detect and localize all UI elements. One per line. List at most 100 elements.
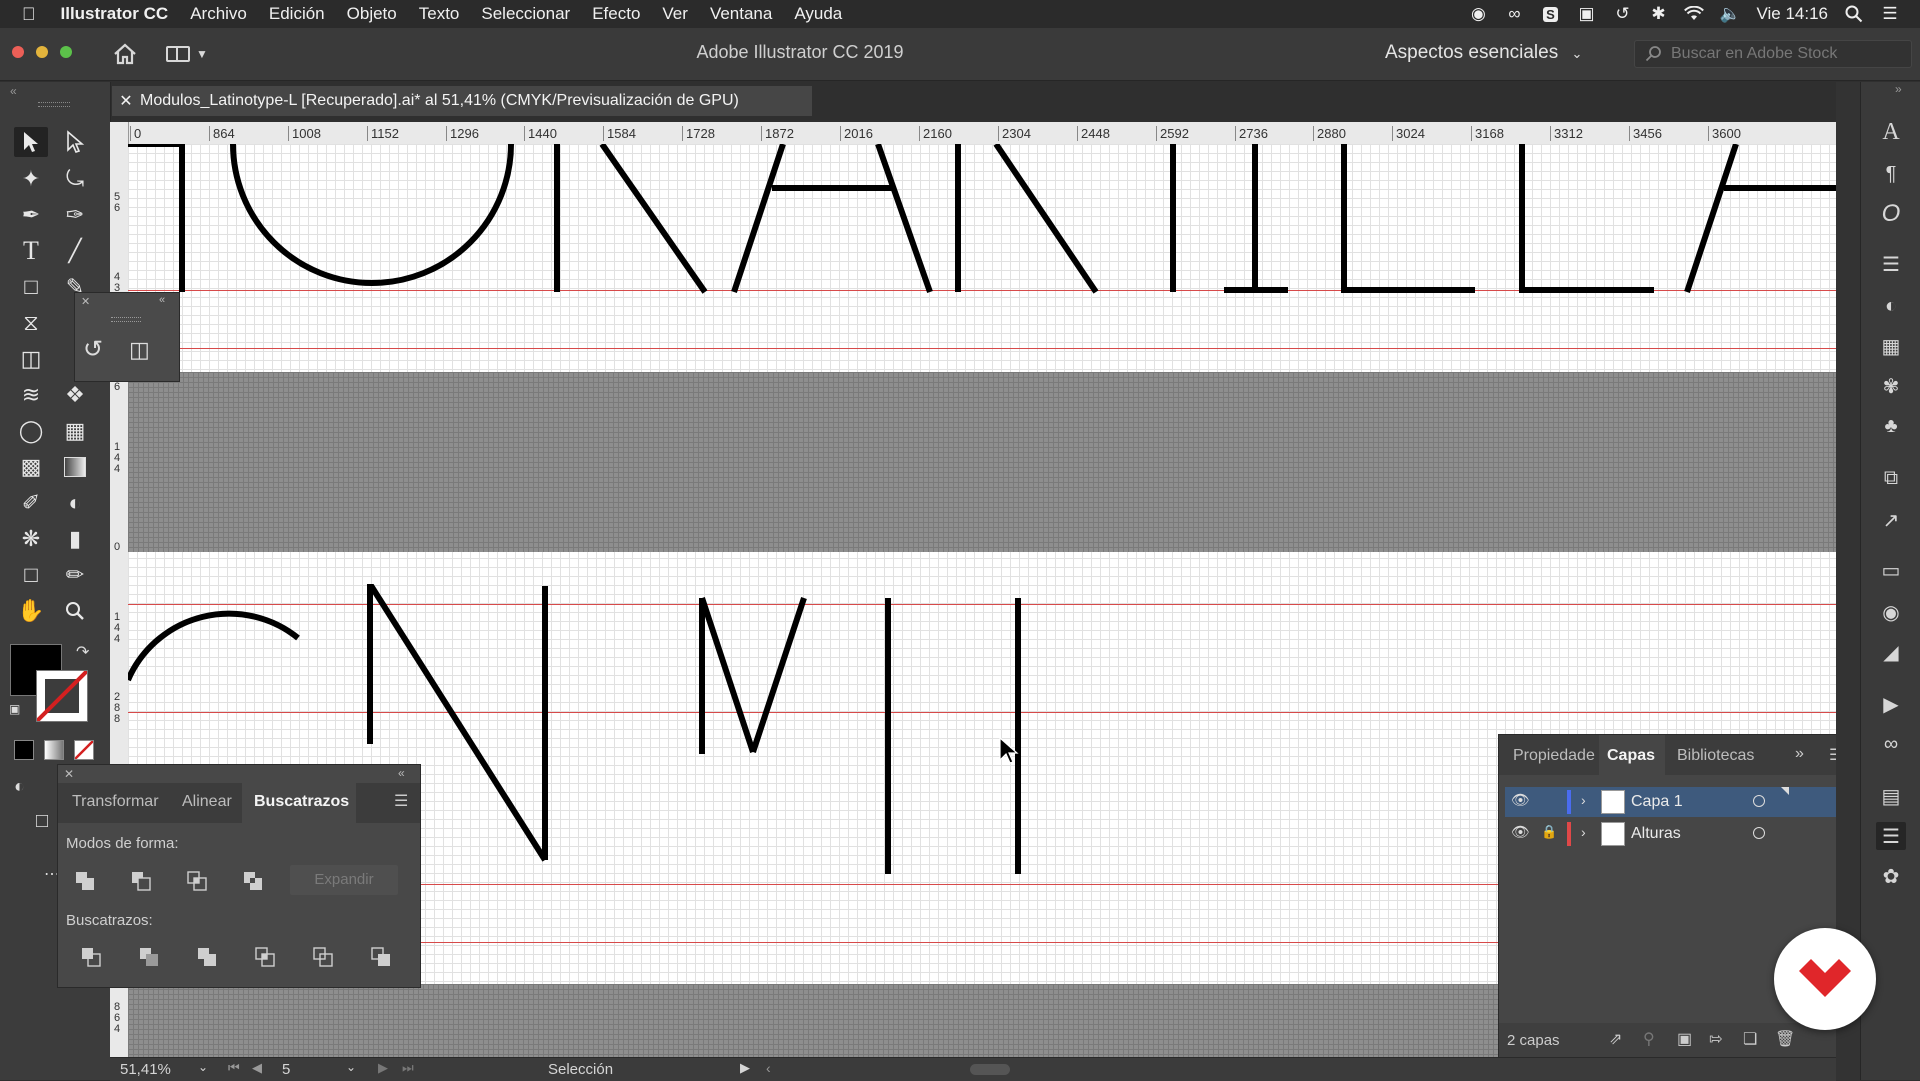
layers-panel-icon[interactable]: ☰	[1876, 822, 1906, 850]
close-panel-icon[interactable]: ✕	[64, 767, 74, 781]
panel-menu-icon[interactable]: ☰	[394, 791, 408, 811]
first-artboard-icon[interactable]: ⏮	[228, 1060, 240, 1076]
lock-icon[interactable]: 🔒	[1541, 824, 1557, 840]
selection-indicator[interactable]	[1781, 787, 1789, 795]
locate-object-icon[interactable]: ⚲	[1643, 1029, 1655, 1049]
apple-icon[interactable]: 	[0, 0, 50, 28]
shaper-tool-icon[interactable]: ⧖	[14, 308, 48, 338]
paragraph-panel-icon[interactable]: ¶	[1876, 160, 1906, 188]
menu-seleccionar[interactable]: Seleccionar	[470, 0, 581, 28]
export-icon[interactable]: ⇗	[1609, 1029, 1622, 1049]
swatches-panel-icon[interactable]: ▦	[1876, 332, 1906, 360]
exclude-icon[interactable]	[240, 869, 266, 893]
arrange-documents-button[interactable]: ▼	[166, 42, 216, 66]
new-layer-icon[interactable]: ❏	[1743, 1029, 1757, 1049]
none-mode-icon[interactable]	[74, 740, 94, 760]
spotlight-search-icon[interactable]	[1844, 5, 1864, 23]
bluetooth-icon[interactable]: ✱	[1648, 4, 1668, 23]
lasso-tool-icon[interactable]: ⤿	[58, 164, 92, 194]
zoom-tool-icon[interactable]	[58, 596, 92, 626]
slice-tool-icon[interactable]: ✏	[58, 560, 92, 590]
type-tool-icon[interactable]: T	[14, 236, 48, 266]
expand-button[interactable]: Expandir	[290, 865, 398, 895]
scroll-left-icon[interactable]: ‹	[766, 1060, 771, 1076]
workspace-switcher[interactable]: Aspectos esenciales ⌄	[1385, 42, 1582, 64]
direct-selection-tool-icon[interactable]	[58, 127, 92, 157]
zoom-level[interactable]: 51,41%	[120, 1061, 171, 1078]
record-icon[interactable]: ◉	[1468, 4, 1488, 23]
appearance-panel-icon[interactable]: ◢	[1876, 638, 1906, 666]
merge-icon[interactable]	[194, 945, 220, 969]
tab-capas[interactable]: Capas	[1607, 747, 1655, 765]
blend-tool-icon[interactable]: ◐	[58, 488, 92, 518]
perspective-grid-tool-icon[interactable]: ▦	[58, 416, 92, 446]
visibility-eye-icon[interactable]: 👁	[1511, 791, 1530, 809]
clock[interactable]: Vie 14:16	[1756, 4, 1828, 24]
minus-back-icon[interactable]	[368, 945, 394, 969]
brushes-panel-icon[interactable]: ✾	[1876, 372, 1906, 400]
tab-propiedades[interactable]: Propiedade	[1513, 747, 1595, 765]
reflect-tool-icon[interactable]: ◫	[129, 337, 150, 363]
document-tab[interactable]: ✕ Modulos_Latinotype-L [Recuperado].ai* …	[112, 86, 812, 116]
shape-builder-tool-icon[interactable]: ◯	[14, 416, 48, 446]
symbols-panel-icon[interactable]: ♣	[1876, 412, 1906, 440]
swap-colors-icon[interactable]: ↷	[76, 642, 89, 662]
transparency-panel-icon[interactable]: ◐	[1876, 292, 1906, 320]
tab-buscatrazos[interactable]: Buscatrazos	[254, 793, 349, 811]
tab-bibliotecas[interactable]: Bibliotecas	[1677, 747, 1754, 765]
opentype-panel-icon[interactable]: O	[1876, 200, 1906, 228]
menu-texto[interactable]: Texto	[408, 0, 471, 28]
tab-alinear[interactable]: Alinear	[182, 793, 232, 811]
wifi-icon[interactable]	[1684, 5, 1705, 23]
gradient-panel-icon[interactable]: ▭	[1876, 556, 1906, 584]
window-minimize-button[interactable]	[36, 46, 48, 58]
menu-app-name[interactable]: Illustrator CC	[50, 0, 180, 28]
artboard-number[interactable]: 5	[282, 1061, 290, 1078]
menu-ver[interactable]: Ver	[651, 0, 699, 28]
layer-row-capa-1[interactable]: 👁 › Capa 1	[1505, 787, 1849, 817]
minus-front-icon[interactable]	[128, 869, 154, 893]
collapse-panel-icon[interactable]: «	[159, 294, 165, 306]
last-artboard-icon[interactable]: ⏭	[402, 1060, 414, 1076]
new-sublayer-icon[interactable]: ⇰	[1709, 1029, 1722, 1049]
hand-tool-icon[interactable]: ✋	[14, 596, 48, 626]
symbol-sprayer-tool-icon[interactable]: ❋	[14, 524, 48, 554]
home-icon[interactable]	[110, 40, 140, 68]
links-panel-icon[interactable]: ∞	[1876, 730, 1906, 758]
layer-row-alturas[interactable]: 👁 🔒 › Alturas	[1505, 819, 1849, 849]
draw-mode-icon[interactable]: ◐	[14, 776, 25, 797]
pin-tool-icon[interactable]: ❖	[58, 380, 92, 410]
actions-panel-icon[interactable]: ▶	[1876, 690, 1906, 718]
menu-ayuda[interactable]: Ayuda	[783, 0, 853, 28]
stroke-panel-icon[interactable]: ☰	[1876, 250, 1906, 278]
artboard-dropdown-icon[interactable]: ⌄	[346, 1060, 356, 1074]
previous-artboard-icon[interactable]: ◀	[252, 1060, 262, 1076]
selection-tool-icon[interactable]	[14, 127, 48, 157]
window-close-button[interactable]	[12, 46, 24, 58]
rotate-tool-icon[interactable]: ↺	[83, 335, 103, 364]
visibility-eye-icon[interactable]: 👁	[1511, 823, 1530, 841]
panel-grip[interactable]	[111, 317, 141, 322]
status-menu-arrow-icon[interactable]: ▶	[740, 1060, 750, 1076]
gradient-tool-icon[interactable]	[58, 452, 92, 482]
transform-panel-icon[interactable]: ↗	[1876, 506, 1906, 534]
menu-edicion[interactable]: Edición	[258, 0, 336, 28]
intersect-icon[interactable]	[184, 869, 210, 893]
zoom-dropdown-icon[interactable]: ⌄	[198, 1060, 208, 1074]
color-mode-icon[interactable]	[14, 740, 34, 760]
volume-icon[interactable]: 🔈	[1720, 4, 1741, 23]
collapse-panel-icon[interactable]: «	[398, 766, 405, 780]
horizontal-ruler[interactable]: 0 864 1008 1152 1296 1440 1584 1728 1872 2016 2160…	[128, 122, 1836, 145]
panel-grip[interactable]	[38, 102, 70, 107]
tab-transformar[interactable]: Transformar	[72, 793, 159, 811]
layer-name[interactable]: Capa 1	[1631, 793, 1683, 811]
expand-panels-icon[interactable]: »	[1895, 82, 1902, 96]
trim-icon[interactable]	[136, 945, 162, 969]
time-machine-icon[interactable]: ↺	[1612, 4, 1632, 23]
more-tabs-icon[interactable]: »	[1795, 745, 1804, 763]
unite-icon[interactable]	[72, 869, 98, 893]
reflect-tool-icon[interactable]: ◫	[14, 344, 48, 374]
window-zoom-button[interactable]	[60, 46, 72, 58]
column-graph-tool-icon[interactable]: ▮	[58, 524, 92, 554]
notification-center-icon[interactable]: ☰	[1880, 4, 1900, 23]
